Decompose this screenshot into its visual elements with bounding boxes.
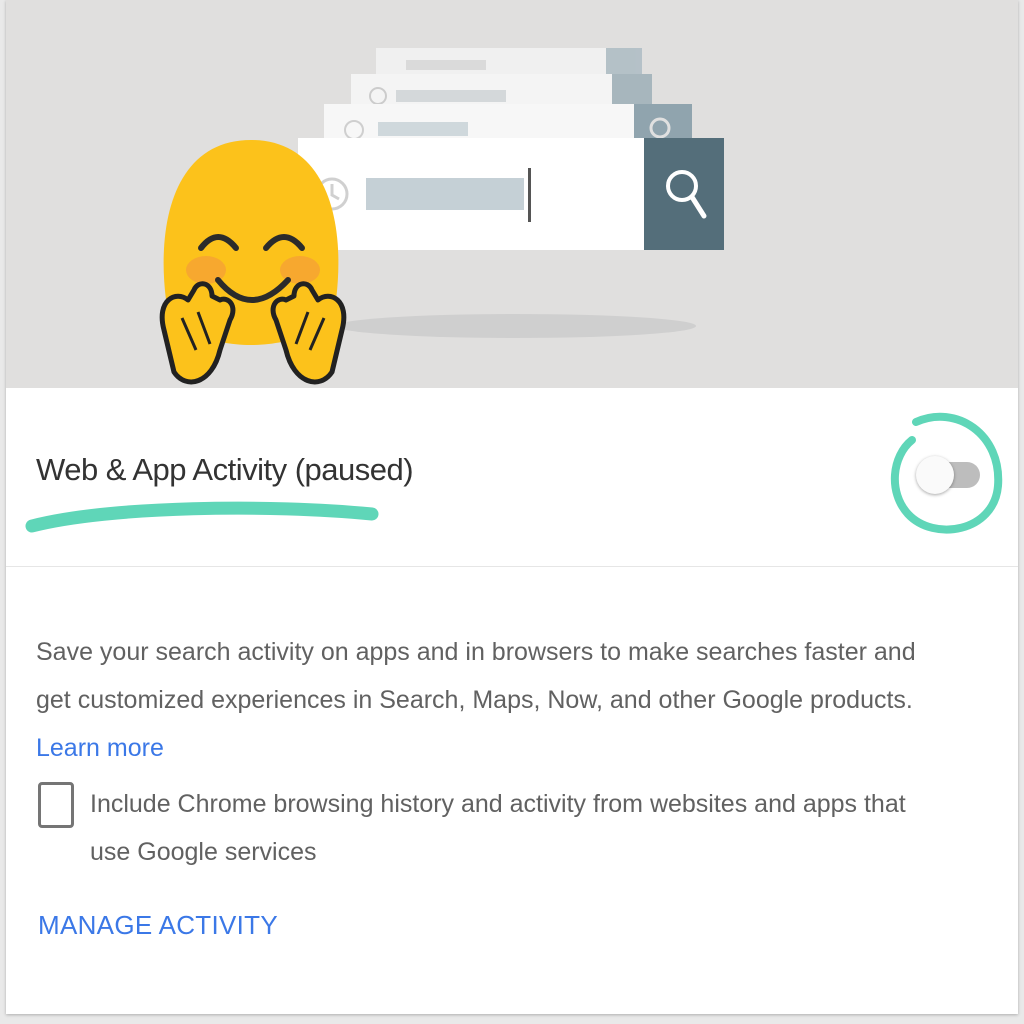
highlight-underline (25, 501, 379, 533)
manage-activity-button[interactable]: MANAGE ACTIVITY (38, 910, 278, 941)
toggle-knob[interactable] (916, 456, 954, 494)
hugging-face-emoji (159, 140, 347, 385)
search-icon (644, 138, 724, 250)
description-text: Save your search activity on apps and in… (36, 638, 916, 714)
search-stack-illustration (159, 48, 724, 385)
hero-illustration (6, 0, 1018, 388)
chrome-history-checkbox[interactable] (38, 782, 74, 828)
activity-description: Save your search activity on apps and in… (36, 628, 936, 772)
activity-title: Web & App Activity (paused) (36, 452, 414, 487)
front-search-bar (298, 138, 646, 250)
chrome-history-checkbox-label[interactable]: Include Chrome browsing history and acti… (90, 780, 950, 876)
learn-more-link[interactable]: Learn more (36, 734, 164, 762)
